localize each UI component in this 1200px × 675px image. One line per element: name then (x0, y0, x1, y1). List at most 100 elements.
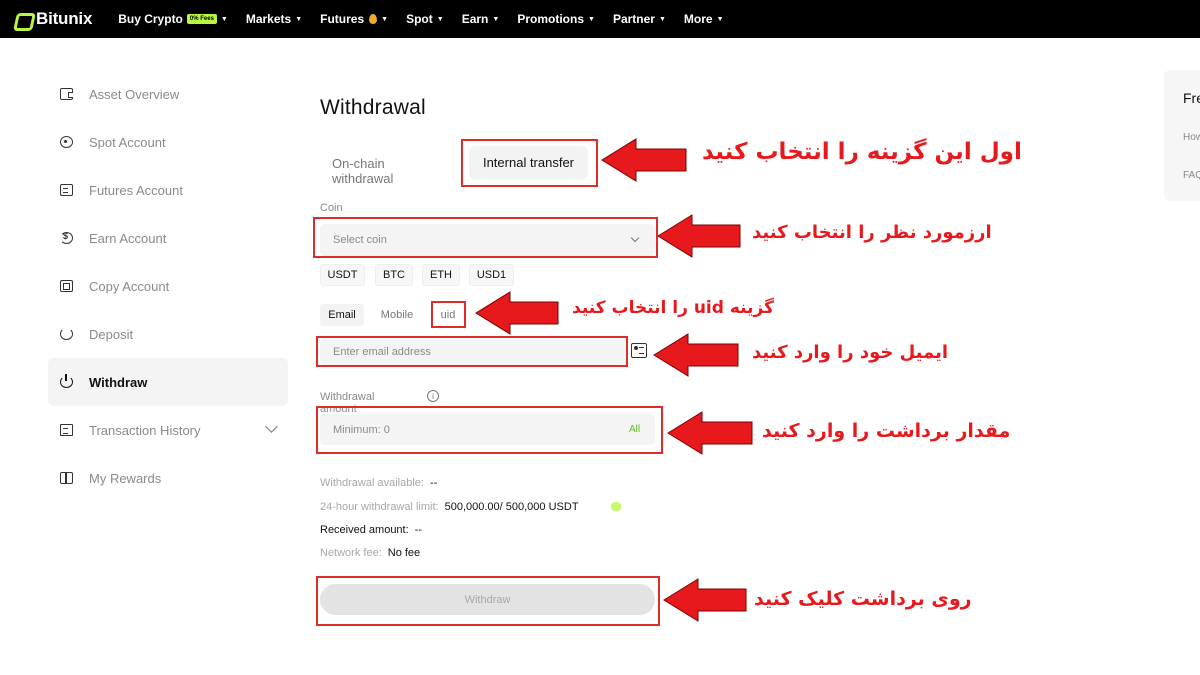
annotation-note-3: گزینه uid را انتخاب کنید (572, 298, 774, 318)
tab-email[interactable]: Email (320, 304, 364, 326)
sidebar-item-label: Earn Account (89, 230, 167, 246)
nav-buy-crypto[interactable]: Buy Crypto 0% Fees ▼ (118, 12, 228, 26)
nav-earn[interactable]: Earn ▼ (462, 12, 500, 26)
network-fee-row: Network fee: No fee (320, 547, 420, 559)
network-fee-label: Network fee: (320, 547, 382, 559)
nav-futures[interactable]: Futures ▼ (320, 12, 388, 26)
received-amount-label: Received amount: (320, 524, 409, 536)
address-book-icon[interactable] (631, 343, 647, 358)
fire-icon (369, 14, 378, 24)
withdrawal-limit-value: 500,000.00/ 500,000 USDT (444, 501, 579, 513)
received-amount-row: Received amount: -- (320, 524, 422, 536)
caret-down-icon: ▼ (588, 15, 595, 23)
sidebar-item-label: My Rewards (89, 470, 162, 486)
red-arrow-icon (667, 411, 753, 455)
highlight-box-email (316, 336, 628, 367)
sidebar-item-earn-account[interactable]: Earn Account (48, 214, 288, 262)
brand-name: Bitunix (36, 9, 93, 28)
highlight-box-internal-transfer (461, 139, 598, 187)
faq-panel-line[interactable]: How (1183, 132, 1200, 143)
brand-logo[interactable]: Bitunix (14, 9, 92, 29)
faq-panel: Fre How FAQ (1164, 70, 1200, 201)
nav-label: Markets (245, 12, 292, 26)
highlight-box-coin-select (313, 217, 658, 258)
nav-promotions[interactable]: Promotions ▼ (517, 12, 595, 26)
red-arrow-icon (657, 214, 741, 258)
sidebar-item-futures-account[interactable]: Futures Account (48, 166, 288, 214)
sidebar-item-label: Copy Account (89, 278, 170, 294)
faq-panel-title: Fre (1183, 90, 1200, 106)
chevron-down-icon[interactable] (265, 420, 278, 433)
withdrawal-limit-label: 24-hour withdrawal limit: (320, 501, 439, 513)
page-title: Withdrawal (320, 96, 426, 119)
received-amount-value: -- (414, 524, 422, 536)
coin-chip-usd1[interactable]: USD1 (469, 264, 514, 286)
nav-label: Futures (320, 12, 365, 26)
highlight-box-amount (316, 406, 663, 454)
history-icon (60, 424, 73, 436)
sidebar-item-withdraw[interactable]: Withdraw (48, 358, 288, 406)
coin-label: Coin (320, 202, 343, 214)
red-arrow-icon (601, 138, 687, 182)
sidebar-item-label: Deposit (89, 326, 134, 342)
network-fee-value: No fee (387, 547, 421, 559)
nav-spot[interactable]: Spot ▼ (406, 12, 444, 26)
annotation-note-1: اول این گزینه را انتخاب کنید (702, 139, 1022, 165)
caret-down-icon: ▼ (220, 15, 228, 23)
nav-label: Spot (406, 12, 433, 26)
caret-down-icon: ▼ (436, 15, 444, 23)
sidebar-item-label: Withdraw (89, 374, 148, 390)
sidebar: Asset Overview Spot Account Futures Acco… (48, 70, 288, 502)
annotation-note-4: ایمیل خود را وارد کنید (752, 342, 949, 363)
sidebar-item-my-rewards[interactable]: My Rewards (48, 454, 288, 502)
withdrawal-available-label: Withdrawal available: (320, 477, 424, 489)
target-icon (60, 136, 73, 148)
sidebar-item-label: Futures Account (89, 182, 183, 198)
caret-down-icon: ▼ (716, 15, 724, 23)
fee-badge: 0% Fees (186, 14, 217, 24)
sidebar-item-transaction-history[interactable]: Transaction History (48, 406, 288, 454)
nav-partner[interactable]: Partner ▼ (613, 12, 666, 26)
logo-mark-icon (14, 11, 32, 27)
sidebar-item-spot-account[interactable]: Spot Account (48, 118, 288, 166)
coin-icon (60, 231, 73, 244)
top-nav: Bitunix Buy Crypto 0% Fees ▼ Markets ▼ F… (0, 0, 1200, 38)
caret-down-icon: ▼ (658, 15, 666, 23)
nav-label: Buy Crypto (118, 12, 183, 26)
info-icon[interactable]: i (427, 390, 439, 402)
nav-label: Earn (461, 12, 489, 26)
caret-down-icon: ▼ (381, 15, 389, 23)
coin-chip-usdt[interactable]: USDT (320, 264, 365, 286)
red-arrow-icon (475, 291, 559, 335)
coin-chip-btc[interactable]: BTC (375, 264, 413, 286)
nav-markets[interactable]: Markets ▼ (246, 12, 302, 26)
sidebar-item-label: Spot Account (89, 134, 166, 150)
withdraw-icon (60, 374, 73, 388)
tab-mobile[interactable]: Mobile (375, 304, 419, 326)
deposit-icon (60, 328, 73, 340)
red-arrow-icon (653, 333, 739, 377)
annotation-note-6: روی برداشت کلیک کنید (754, 588, 972, 610)
sidebar-item-label: Transaction History (89, 422, 201, 438)
sidebar-item-label: Asset Overview (89, 86, 180, 102)
withdrawal-available-value: -- (429, 477, 438, 489)
withdrawal-available-row: Withdrawal available: -- (320, 477, 437, 489)
annotation-note-5: مقدار برداشت را وارد کنید (762, 420, 1011, 442)
sidebar-item-deposit[interactable]: Deposit (48, 310, 288, 358)
tab-onchain-withdrawal[interactable]: On-chain withdrawal (332, 156, 393, 186)
document-icon (60, 184, 73, 196)
reward-icon (60, 472, 73, 484)
sidebar-item-copy-account[interactable]: Copy Account (48, 262, 288, 310)
nav-label: Promotions (517, 12, 584, 26)
wallet-icon (60, 88, 73, 100)
sidebar-item-asset-overview[interactable]: Asset Overview (48, 70, 288, 118)
faq-panel-line[interactable]: FAQ (1183, 170, 1200, 181)
red-arrow-icon (663, 578, 747, 622)
coin-chip-eth[interactable]: ETH (422, 264, 460, 286)
coin-stack-icon (611, 502, 621, 511)
copy-icon (60, 280, 73, 292)
nav-label: Partner (612, 12, 655, 26)
nav-more[interactable]: More ▼ (684, 12, 724, 26)
nav-label: More (683, 12, 713, 26)
caret-down-icon: ▼ (295, 15, 303, 23)
